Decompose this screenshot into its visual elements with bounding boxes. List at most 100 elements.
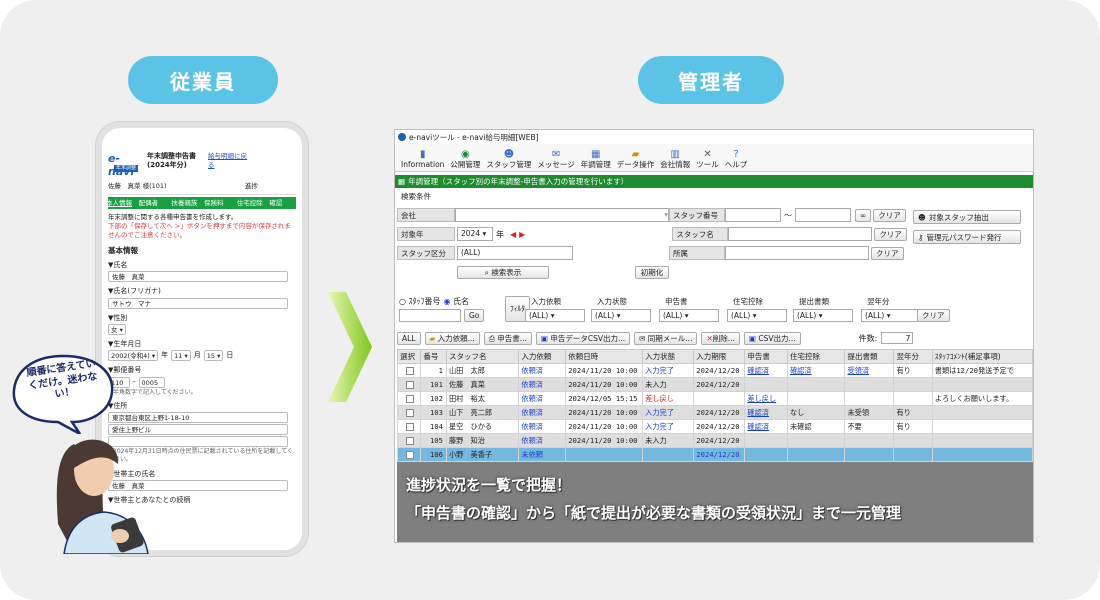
table-cell[interactable] xyxy=(396,363,422,378)
toolbar-information[interactable]: ▮ Information xyxy=(401,149,444,169)
reset-button[interactable]: 初期化 xyxy=(635,266,669,279)
toolbar-publish[interactable]: ◉ 公開管理 xyxy=(450,149,480,169)
filter-select[interactable]: (ALL) ▾ xyxy=(659,309,719,322)
toolbar-tools[interactable]: ✕ ツール xyxy=(696,149,719,169)
table-cell[interactable] xyxy=(396,405,422,420)
step-tab[interactable]: 保険料 xyxy=(204,199,233,207)
table-cell[interactable] xyxy=(396,377,422,392)
column-header[interactable]: 入力依頼 xyxy=(518,349,567,364)
csv-output-button[interactable]: ▣ CSV出力... xyxy=(743,331,801,345)
next-year-icon[interactable]: ▶ xyxy=(519,230,525,239)
toolbar-company[interactable]: ▥ 会社情報 xyxy=(660,149,690,169)
address-field-1[interactable]: 東京都台東区上野1-18-10 xyxy=(108,412,288,424)
step-tab[interactable]: 確認 xyxy=(269,199,296,207)
step-tab[interactable]: 配偶者 xyxy=(139,199,168,207)
column-header[interactable]: 入力期限 xyxy=(693,349,746,364)
row-checkbox[interactable] xyxy=(406,451,415,459)
clear-dept-button[interactable]: クリア xyxy=(871,246,904,260)
infinity-button[interactable]: ∞ xyxy=(855,208,872,222)
print-form-button[interactable]: ⎙ 申告書... xyxy=(483,331,532,345)
filter-select[interactable]: (ALL) ▾ xyxy=(525,309,585,322)
clear-staff-name-button[interactable]: クリア xyxy=(874,227,907,241)
table-row[interactable]: 101 佐藤 真菜 依頼済 2024/11/20 10:00 未入力 2024/12/20 xyxy=(396,377,1033,392)
request-input-button[interactable]: ▰ 入力依頼... xyxy=(424,331,480,345)
column-header[interactable]: 提出書類 xyxy=(844,349,895,364)
prev-year-icon[interactable]: ◀ xyxy=(510,230,516,239)
zip2-field[interactable]: 0005 xyxy=(138,376,165,388)
staff-name-field[interactable] xyxy=(728,227,873,241)
table-row[interactable]: 104 星空 ひかる 依頼済 2024/11/20 10:00 入力完了 2024/12/… xyxy=(396,419,1033,434)
row-checkbox[interactable] xyxy=(406,409,415,417)
table-cell[interactable] xyxy=(396,447,422,462)
export-form-csv-button[interactable]: ▣ 申告データCSV出力... xyxy=(535,331,631,345)
row-checkbox[interactable] xyxy=(406,381,415,389)
person-illustration xyxy=(56,439,149,554)
filter-col-label: 申告書 xyxy=(665,297,688,306)
staff-no-from[interactable] xyxy=(725,208,781,222)
go-button[interactable]: Go xyxy=(464,309,485,322)
toolbar-data[interactable]: ▰ データ操作 xyxy=(617,149,655,169)
name-field[interactable]: 佐藤 真菜 xyxy=(108,271,288,283)
table-cell: 103 xyxy=(420,405,447,420)
table-row[interactable]: 105 藤野 知治 依頼済 2024/11/20 10:00 未入力 2024/12/20 xyxy=(396,433,1033,448)
all-button[interactable]: ALL xyxy=(397,331,421,345)
column-header[interactable]: ｽﾀｯﾌｺﾒﾝﾄ(補足事項) xyxy=(931,349,1033,364)
name-label: ▼氏名 xyxy=(108,260,128,269)
table-cell: 未入力 xyxy=(642,377,695,392)
kana-field[interactable]: サトウ マナ xyxy=(108,297,288,309)
column-header[interactable]: 依頼日時 xyxy=(565,349,644,364)
dept-field[interactable] xyxy=(725,246,869,260)
info-icon: ▮ xyxy=(419,148,426,160)
step-tab[interactable]: 本人情報 xyxy=(108,199,135,207)
table-row[interactable]: 102 田村 裕太 依頼済 2024/12/05 15:15 差し戻し 差し戻し よろしくお… xyxy=(396,391,1033,406)
table-row[interactable]: 103 山下 亮二郎 依頼済 2024/11/20 10:00 入力完了 2024/12/… xyxy=(396,405,1033,420)
filter-select[interactable]: (ALL) ▾ xyxy=(727,309,787,322)
table-cell: 有り xyxy=(893,405,933,420)
column-header[interactable]: 申告書 xyxy=(744,349,788,364)
year-select[interactable]: 2024 ▾ xyxy=(457,227,493,241)
birth-month-select[interactable]: 11 ▾ xyxy=(171,350,191,362)
birth-day-select[interactable]: 15 ▾ xyxy=(203,350,224,362)
row-checkbox[interactable] xyxy=(406,395,415,403)
step-tab[interactable]: 扶養親族 xyxy=(171,199,200,207)
sync-mail-button[interactable]: ✉ 同期メール... xyxy=(634,331,698,345)
staff-kbn-select[interactable]: (ALL) xyxy=(457,246,573,260)
column-header[interactable]: 翌年分 xyxy=(893,349,933,364)
clear-staff-no-button[interactable]: クリア xyxy=(873,208,906,222)
table-cell[interactable] xyxy=(396,419,422,434)
table-cell[interactable] xyxy=(396,433,422,448)
radio-name[interactable]: ◉ 氏名 xyxy=(444,296,470,307)
toolbar-yearend[interactable]: ▦ 年調管理 xyxy=(581,149,611,169)
toolbar-staff[interactable]: ☻ スタッフ管理 xyxy=(486,149,531,169)
table-cell[interactable] xyxy=(396,391,422,406)
filter-select[interactable]: (ALL) ▾ xyxy=(793,309,853,322)
toolbar-help[interactable]: ? ヘルプ xyxy=(725,149,748,169)
company-select[interactable]: ▾ xyxy=(455,208,669,222)
filter-select[interactable]: (ALL) ▾ xyxy=(861,309,921,322)
delete-button[interactable]: ✕削除... xyxy=(701,331,740,345)
extract-staff-button[interactable]: ☻ 対象スタッフ抽出 xyxy=(913,210,1021,224)
row-checkbox[interactable] xyxy=(406,437,415,445)
back-to-payslip-link[interactable]: 給与明細に戻る xyxy=(208,152,252,170)
quick-search-field[interactable] xyxy=(399,309,461,322)
column-header[interactable]: 選択 xyxy=(396,349,422,364)
toolbar-message[interactable]: ✉ メッセージ xyxy=(537,149,574,169)
column-header[interactable]: 入力状態 xyxy=(642,349,695,364)
row-checkbox[interactable] xyxy=(406,423,415,431)
radio-staff-no[interactable]: ○ ｽﾀｯﾌ番号 xyxy=(399,296,441,307)
staff-no-to[interactable] xyxy=(795,208,851,222)
row-checkbox[interactable] xyxy=(406,367,415,375)
table-row[interactable]: 1 山田 太郎 依頼済 2024/11/20 10:00 入力完了 2024/12/20 確… xyxy=(396,363,1033,378)
column-header[interactable]: スタッフ名 xyxy=(445,349,520,364)
issue-password-button[interactable]: ⚷ 管理元パスワード発行 xyxy=(913,230,1021,244)
search-button[interactable]: ⌕ 検索表示 xyxy=(457,266,549,279)
table-cell: 書類は12/20発送予定で xyxy=(931,363,1033,378)
column-header[interactable]: 住宅控除 xyxy=(786,349,846,364)
table-row[interactable]: 106 小野 美香子 未依頼 2024/12/20 xyxy=(396,447,1033,462)
sex-select[interactable]: 女 ▾ xyxy=(108,323,126,335)
column-header[interactable]: 番号 xyxy=(420,349,447,364)
clear-filter-button[interactable]: クリア xyxy=(917,309,950,322)
step-tab[interactable]: 住宅控除 xyxy=(237,199,266,207)
filter-select[interactable]: (ALL) ▾ xyxy=(591,309,651,322)
table-cell: 102 xyxy=(420,391,447,406)
